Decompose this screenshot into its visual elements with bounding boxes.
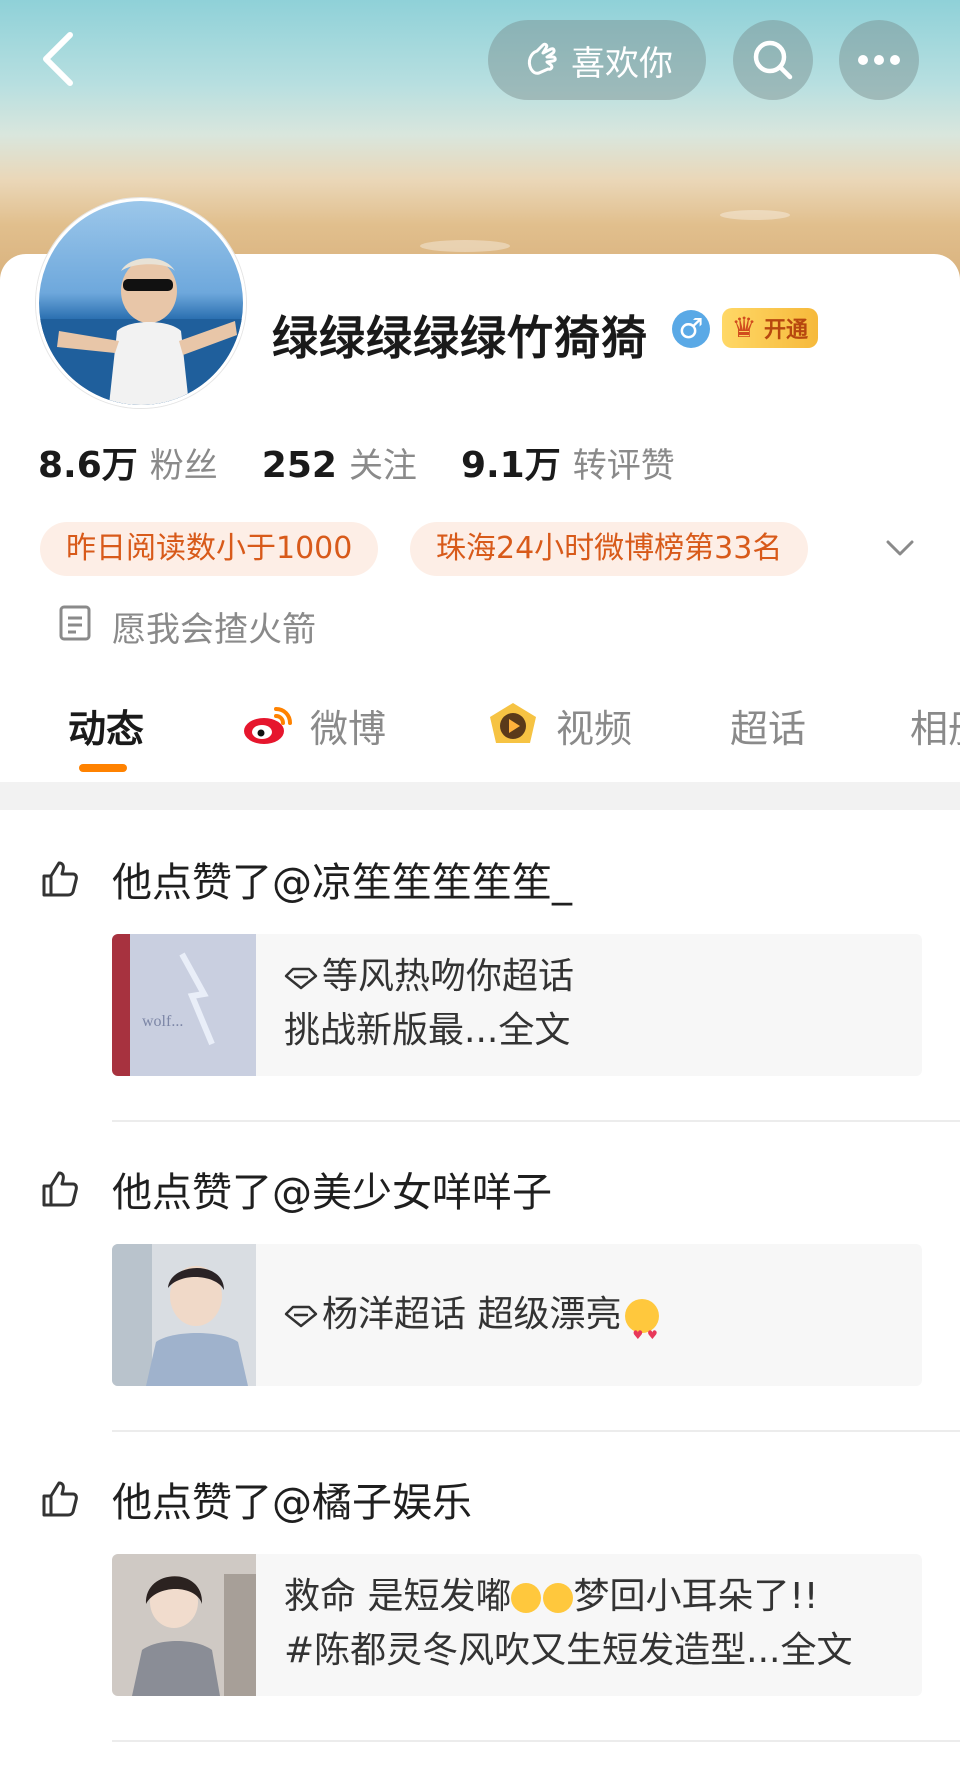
tab-video[interactable]: 视频 (484, 690, 632, 760)
liked-post-card[interactable]: wolf... 等风热吻你超话 挑战新版最...全文 (112, 934, 922, 1076)
thumbs-up-icon (42, 861, 78, 897)
bio-text: 愿我会揸火箭 (112, 610, 316, 650)
liked-user-text: 他点赞了@橘子娱乐 (112, 1480, 472, 1526)
hand-gesture-icon (527, 42, 557, 75)
tab-label: 相册 (910, 706, 960, 751)
feed-divider (112, 1120, 960, 1122)
post-line: 挑战新版最...全文 (284, 1010, 571, 1051)
cover-detail (720, 210, 790, 220)
super-topic-icon (284, 967, 318, 990)
video-icon (490, 703, 536, 743)
profile-name: 绿绿绿绿绿竹猗猗 (272, 311, 648, 365)
liked-user-text: 他点赞了@美少女咩咩子 (112, 1170, 552, 1216)
search-button[interactable] (733, 20, 813, 100)
followers-label[interactable]: 粉丝 (150, 438, 218, 487)
tab-label: 动态 (68, 706, 145, 751)
thumbs-up-icon (42, 1171, 78, 1207)
thumbs-up-icon (42, 1481, 78, 1517)
tab-album[interactable]: 相册 (910, 690, 960, 760)
like-you-button[interactable]: 喜欢你 (488, 20, 706, 100)
tab-dynamic[interactable]: 动态 (68, 690, 144, 760)
back-button[interactable] (28, 24, 88, 94)
like-you-label: 喜欢你 (571, 43, 673, 84)
crown-icon: ♛ (731, 311, 757, 344)
post-text: 救命 是短发嘟 梦回小耳朵了!! #陈都灵冬风吹又生短发造型...全文 (284, 1570, 853, 1678)
feed-item-action[interactable]: 他点赞了@美少女咩咩子 (40, 1160, 552, 1218)
reading-count-tag[interactable]: 昨日阅读数小于1000 (40, 522, 379, 576)
post-text: 杨洋超话 超级漂亮 ♥ ♥ (284, 1288, 660, 1342)
feed-item-action[interactable]: 他点赞了@凉笙笙笙笙笙_ (40, 850, 572, 908)
heart-eyes-emoji-icon: ♥ ♥ (625, 1299, 660, 1342)
svg-text:wolf...: wolf... (142, 1013, 183, 1030)
cry-emoji-icon (511, 1583, 542, 1613)
tab-label: 微博 (310, 706, 387, 751)
section-separator (0, 782, 960, 810)
tab-weibo[interactable]: 微博 (242, 690, 386, 760)
post-line: #陈都灵冬风吹又生短发造型...全文 (284, 1630, 853, 1671)
super-topic-icon (284, 1305, 318, 1328)
interactions-label[interactable]: 转评赞 (573, 438, 675, 487)
post-line: 等风热吻你超话 (322, 956, 575, 997)
post-line: 梦回小耳朵了!! (573, 1576, 819, 1617)
weibo-logo-icon (244, 707, 292, 744)
feed-divider (112, 1430, 960, 1432)
more-button[interactable] (839, 20, 919, 100)
profile-stats: 8.6万 粉丝 252 关注 9.1万 转评赞 (38, 436, 719, 488)
more-horizontal-icon (858, 55, 900, 65)
avatar[interactable] (36, 198, 246, 408)
vip-open-button[interactable]: ♛ 开通 (722, 308, 818, 348)
search-icon (753, 40, 793, 80)
followers-count[interactable]: 8.6万 (38, 436, 138, 488)
document-icon (59, 605, 91, 641)
male-gender-icon: ♂ (672, 310, 710, 348)
chevron-down-icon[interactable] (884, 532, 916, 564)
chevron-left-icon (43, 32, 73, 86)
vip-open-label: 开通 (764, 318, 809, 343)
feed-divider (112, 1740, 960, 1742)
tab-label: 视频 (556, 706, 633, 751)
liked-post-card[interactable]: 杨洋超话 超级漂亮 ♥ ♥ (112, 1244, 922, 1386)
liked-user-text: 他点赞了@凉笙笙笙笙笙_ (112, 860, 572, 906)
cover-detail (420, 240, 510, 252)
liked-post-card[interactable]: 救命 是短发嘟 梦回小耳朵了!! #陈都灵冬风吹又生短发造型...全文 (112, 1554, 922, 1696)
post-line: 杨洋超话 超级漂亮 (322, 1294, 622, 1335)
active-tab-indicator (79, 764, 127, 772)
post-thumbnail (112, 1244, 256, 1386)
tab-label: 超话 (730, 706, 807, 751)
post-thumbnail: wolf... (112, 934, 256, 1076)
cry-emoji-icon (543, 1583, 574, 1613)
tab-super-topic[interactable]: 超话 (730, 690, 806, 760)
post-thumbnail (112, 1554, 256, 1696)
ranking-tag[interactable]: 珠海24小时微博榜第33名 (410, 522, 809, 576)
interactions-count[interactable]: 9.1万 (461, 436, 561, 488)
following-label[interactable]: 关注 (349, 438, 417, 487)
post-text: 等风热吻你超话 挑战新版最...全文 (284, 950, 574, 1058)
profile-tabs: 动态 微博 视频 超话 相册 (0, 690, 960, 780)
avatar-image (39, 258, 243, 405)
following-count[interactable]: 252 (262, 445, 337, 486)
post-line: 救命 是短发嘟 (284, 1576, 512, 1617)
feed-item-action[interactable]: 他点赞了@橘子娱乐 (40, 1470, 472, 1528)
